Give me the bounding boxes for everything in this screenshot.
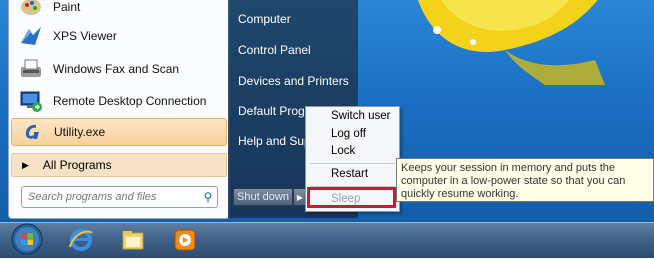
- sleep-highlight-box: [307, 187, 396, 208]
- menu-item-lock[interactable]: Lock: [331, 145, 355, 157]
- xps-viewer-icon: [17, 24, 45, 48]
- wallpaper-flower: [418, 0, 605, 85]
- menu-item-switch-user[interactable]: Switch user: [331, 110, 390, 122]
- paint-icon: [17, 0, 45, 19]
- all-programs-button[interactable]: ▶ All Programs: [11, 153, 227, 177]
- play-arrow-icon: ▶: [22, 159, 29, 170]
- program-label: XPS Viewer: [53, 29, 117, 43]
- program-label: Utility.exe: [54, 125, 106, 139]
- program-item-xps-viewer[interactable]: XPS Viewer: [11, 23, 225, 49]
- chevron-right-icon: ▶: [296, 192, 304, 202]
- windows-explorer-icon[interactable]: [118, 226, 148, 254]
- start-menu-left-pane: Paint XPS Viewer Windows Fax and Scan Re…: [8, 0, 230, 219]
- program-label: Remote Desktop Connection: [53, 94, 207, 108]
- start-orb-icon[interactable]: [10, 222, 44, 256]
- menu-separator: [310, 163, 395, 164]
- menu-item-log-off[interactable]: Log off: [331, 128, 366, 140]
- fax-scan-icon: [17, 57, 45, 81]
- search-input[interactable]: [22, 190, 199, 204]
- program-item-paint[interactable]: Paint: [11, 0, 225, 20]
- search-icon[interactable]: ⚲: [199, 190, 217, 204]
- remote-desktop-icon: [17, 89, 45, 113]
- right-item-control-panel[interactable]: Control Panel: [238, 43, 311, 57]
- media-player-icon[interactable]: [170, 226, 200, 254]
- utility-icon: [18, 120, 46, 144]
- program-label: Windows Fax and Scan: [53, 62, 180, 76]
- right-item-devices-printers[interactable]: Devices and Printers: [238, 74, 349, 88]
- internet-explorer-icon[interactable]: [66, 226, 96, 254]
- program-item-utility[interactable]: Utility.exe: [11, 118, 227, 146]
- sleep-tooltip: Keeps your session in memory and puts th…: [396, 158, 654, 202]
- right-item-computer[interactable]: Computer: [238, 12, 291, 26]
- program-label: Paint: [53, 0, 81, 14]
- program-item-fax-scan[interactable]: Windows Fax and Scan: [11, 56, 225, 82]
- taskbar: [0, 222, 654, 258]
- menu-item-restart[interactable]: Restart: [331, 168, 368, 180]
- all-programs-label: All Programs: [42, 158, 112, 172]
- shutdown-button[interactable]: Shut down: [233, 188, 293, 206]
- program-item-remote-desktop[interactable]: Remote Desktop Connection: [11, 88, 225, 114]
- search-box[interactable]: ⚲: [21, 186, 218, 208]
